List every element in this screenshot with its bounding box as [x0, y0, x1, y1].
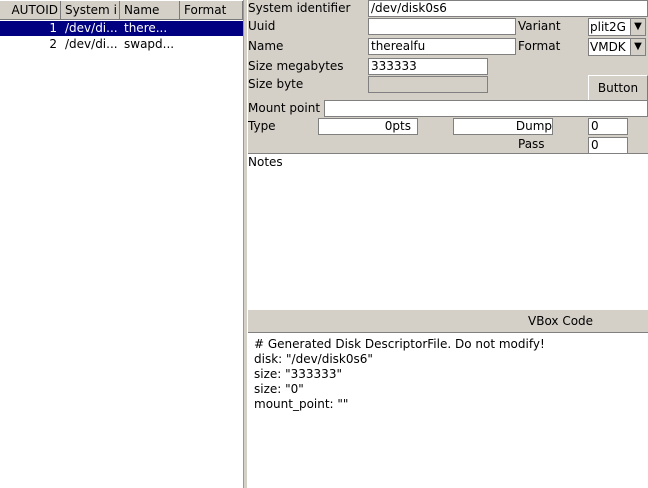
mount-point-label: Mount point: [248, 101, 321, 115]
table-row[interactable]: 2 /dev/di... swapd...: [0, 37, 243, 52]
table-row[interactable]: 1 /dev/di... there...: [0, 21, 243, 36]
system-identifier-field[interactable]: /dev/disk0s6: [368, 0, 648, 17]
cell-system-identifier: /dev/di...: [65, 37, 118, 51]
uuid-label: Uuid: [248, 19, 276, 33]
action-button[interactable]: Button: [588, 75, 648, 101]
variant-label: Variant: [518, 19, 561, 33]
code-view[interactable]: # Generated Disk DescriptorFile. Do not …: [248, 333, 648, 488]
code-line: # Generated Disk DescriptorFile. Do not …: [254, 337, 545, 351]
pass-field[interactable]: 0: [588, 137, 628, 154]
code-line: disk: "/dev/disk0s6": [254, 352, 373, 366]
format-value: VMDK: [590, 40, 626, 54]
size-megabytes-field[interactable]: 333333: [368, 58, 488, 75]
chevron-down-icon[interactable]: ▼: [630, 19, 645, 35]
dump-value-field[interactable]: 0: [588, 118, 628, 135]
uuid-field[interactable]: [368, 18, 516, 35]
column-header-name[interactable]: Name: [120, 1, 180, 20]
pass-label: Pass: [518, 137, 545, 151]
cell-name: there...: [124, 21, 168, 35]
size-byte-field: [368, 76, 488, 93]
cell-autoid: 2: [49, 37, 57, 51]
variant-value: plit2G: [590, 20, 626, 34]
cell-name: swapd...: [124, 37, 175, 51]
notes-label: Notes: [248, 155, 283, 169]
code-line: size: "333333": [254, 367, 342, 381]
size-megabytes-label: Size megabytes: [248, 59, 344, 73]
code-line: size: "0": [254, 382, 304, 396]
notes-area[interactable]: Notes: [248, 153, 648, 309]
format-select[interactable]: VMDK ▼: [588, 38, 646, 56]
cell-autoid: 1: [49, 21, 57, 35]
opts-field[interactable]: 0pts: [318, 118, 418, 135]
column-header-autoid[interactable]: AUTOID: [0, 1, 61, 20]
system-identifier-label: System identifier: [248, 1, 351, 15]
format-label: Format: [518, 39, 561, 53]
size-byte-label: Size byte: [248, 77, 304, 91]
dump-field[interactable]: Dump: [453, 118, 553, 135]
chevron-down-icon[interactable]: ▼: [630, 39, 645, 55]
code-header-title: VBox Code: [528, 314, 594, 328]
name-label: Name: [248, 39, 284, 53]
disk-list[interactable]: AUTOID System i Name Format 1 /dev/di...…: [0, 0, 244, 488]
name-field[interactable]: therealfu: [368, 38, 516, 55]
type-label: Type: [248, 119, 276, 133]
code-line: mount_point: "": [254, 397, 349, 411]
cell-system-identifier: /dev/di...: [65, 21, 118, 35]
code-header: VBox Code: [248, 309, 648, 333]
column-header-system-identifier[interactable]: System i: [61, 1, 120, 20]
variant-select[interactable]: plit2G ▼: [588, 18, 646, 36]
column-header-format[interactable]: Format: [180, 1, 243, 20]
mount-point-field[interactable]: [324, 100, 648, 117]
